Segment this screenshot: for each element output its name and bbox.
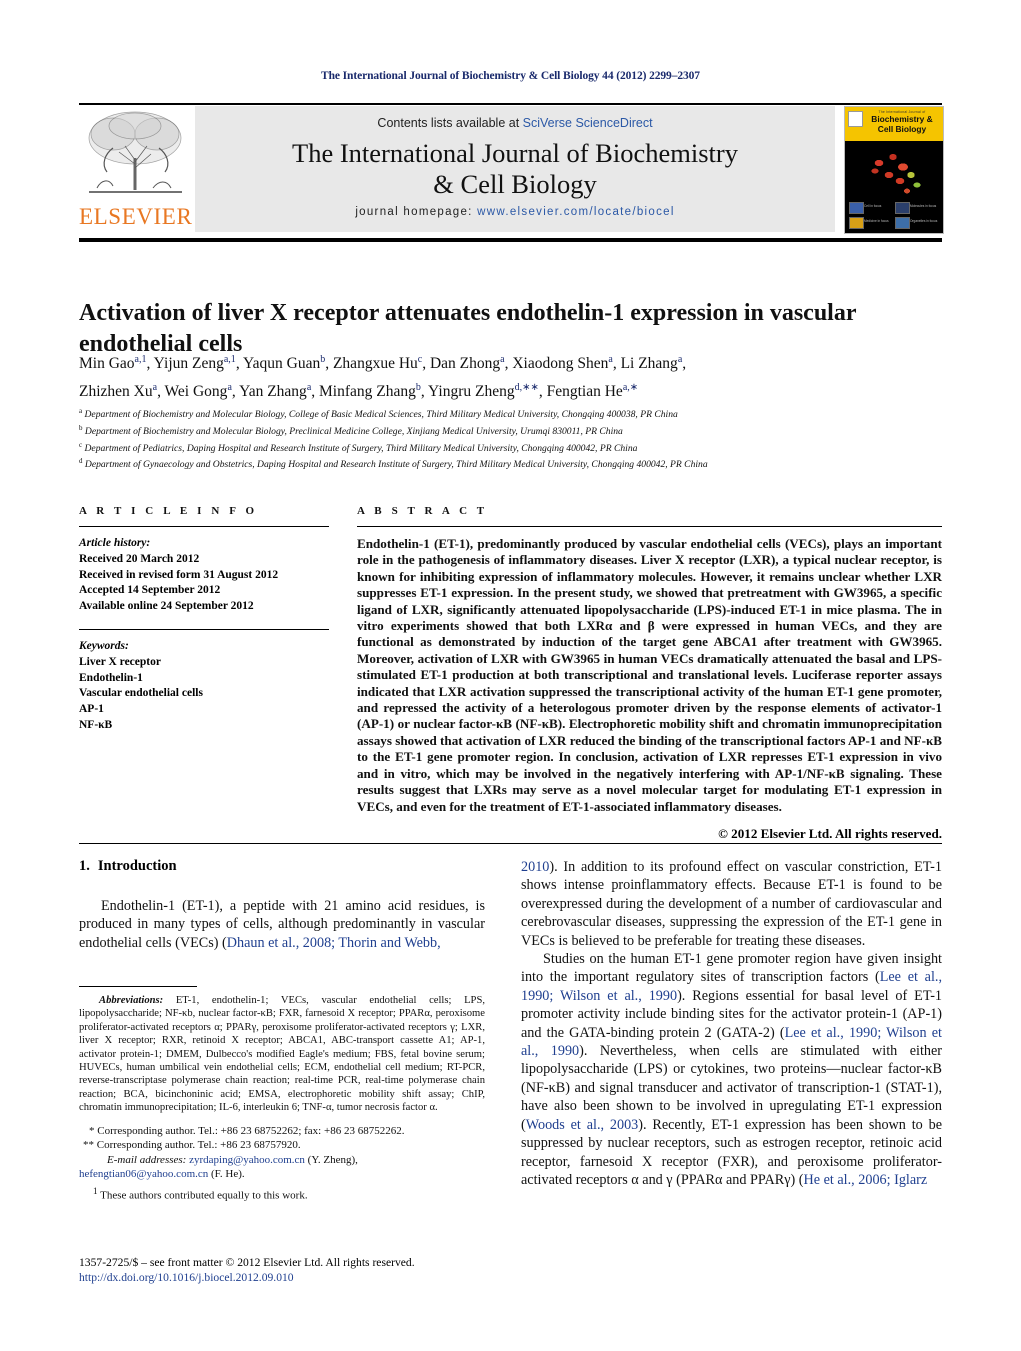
abstract-heading: A B S T R A C T [357, 505, 488, 517]
cover-thumb-3-label: Medicine in focus [864, 219, 889, 223]
equal-contribution-marker: 1 [93, 1186, 98, 1197]
journal-title: The International Journal of Biochemistr… [195, 138, 835, 200]
abbreviations-text: ET-1, endothelin-1; VECs, vascular endot… [79, 995, 485, 1114]
affiliation-item: b Department of Biochemistry and Molecul… [79, 423, 623, 437]
issn-front-matter: 1357-2725/$ – see front matter © 2012 El… [79, 1256, 415, 1269]
abstract-text: Endothelin-1 (ET-1), predominantly produ… [357, 536, 942, 814]
journal-article-page: The International Journal of Biochemistr… [0, 0, 1021, 1351]
doi-link[interactable]: http://dx.doi.org/10.1016/j.biocel.2012.… [79, 1270, 509, 1285]
email-addresses-label: E-mail addresses: [107, 1153, 187, 1166]
article-history-item: Accepted 14 September 2012 [79, 584, 221, 597]
article-info-panel: A R T I C L E I N F O Article history: R… [79, 505, 329, 734]
intro-paragraph-left: Endothelin-1 (ET-1), a peptide with 21 a… [79, 898, 485, 951]
section-number: 1. [79, 858, 90, 874]
keyword-item: AP-1 [79, 703, 104, 716]
contents-prefix: Contents lists available at [377, 116, 523, 130]
keyword-item: NF-κB [79, 718, 113, 731]
homepage-prefix: journal homepage: [355, 206, 478, 218]
running-head: The International Journal of Biochemistr… [321, 70, 700, 82]
top-rule [79, 103, 942, 105]
cover-thumb-3-icon [849, 217, 864, 229]
keyword-item: Liver X receptor [79, 655, 161, 668]
footnote-block: Abbreviations: ET-1, endothelin-1; VECs,… [79, 994, 485, 1203]
elsevier-logo: ELSEVIER [79, 106, 192, 232]
journal-title-line2: & Cell Biology [433, 169, 597, 199]
section-title: Introduction [97, 858, 177, 874]
article-info-heading: A R T I C L E I N F O [79, 505, 258, 517]
email-link-2[interactable]: hefengtian06@yahoo.com.cn [79, 1168, 208, 1180]
email-link-1[interactable]: zyrdaping@yahoo.com.cn [189, 1154, 305, 1166]
keywords-label: Keywords: [79, 639, 129, 652]
abstract-panel: A B S T R A C T Endothelin-1 (ET-1), pre… [357, 505, 942, 842]
abbreviations-label: Abbreviations: [99, 995, 164, 1006]
homepage-url-link[interactable]: www.elsevier.com/locate/biocel [477, 206, 675, 218]
elsevier-tree-icon [88, 111, 182, 193]
affiliation-item: d Department of Gynaecology and Obstetri… [79, 457, 708, 471]
section-heading-introduction: 1. Introduction [79, 858, 485, 875]
contents-available-line: Contents lists available at SciVerse Sci… [195, 116, 835, 130]
keywords-rule [79, 628, 329, 630]
cover-title: Biochemistry & Cell Biology [864, 114, 940, 134]
article-info-rule [79, 526, 329, 527]
cover-title-line2: Cell Biology [877, 123, 927, 134]
keyword-item: Vascular endothelial cells [79, 687, 203, 700]
cover-thumbnail-strip: Cell in focus Molecules in focus Medicin… [845, 199, 943, 233]
corresponding-author-notes: * Corresponding author. Tel.: +86 23 687… [79, 1124, 485, 1204]
email-addresses-line: E-mail addresses: zyrdaping@yahoo.com.cn… [79, 1153, 485, 1168]
body-column-left: 1. Introduction Endothelin-1 (ET-1), a pe… [79, 858, 485, 952]
cover-thumb-2-icon [895, 202, 910, 214]
email-owner-1: (Y. Zheng), [307, 1153, 358, 1166]
equal-contribution-note: 1 These authors contributed equally to t… [79, 1184, 485, 1203]
masthead-bottom-rule [79, 238, 942, 242]
affiliation-list: a Department of Biochemistry and Molecul… [79, 405, 939, 472]
journal-masthead: ELSEVIER Contents lists available at Sci… [79, 106, 944, 234]
article-history-item: Available online 24 September 2012 [79, 600, 254, 613]
masthead-band: Contents lists available at SciVerse Sci… [195, 106, 835, 232]
cover-thumb-4-icon [895, 217, 910, 229]
journal-title-line1: The International Journal of Biochemistr… [292, 138, 738, 168]
article-history-label: Article history: [79, 537, 151, 549]
corresponding-author-1: * Corresponding author. Tel.: +86 23 687… [89, 1124, 405, 1137]
abstract-copyright: © 2012 Elsevier Ltd. All rights reserved… [718, 825, 942, 841]
cover-thumb-2-label: Molecules in focus [910, 204, 937, 208]
body-column-right: 2010). In addition to its profound effec… [521, 858, 942, 1189]
cover-thumb-1-label: Cell in focus [864, 204, 882, 208]
corresponding-author-2: ** Corresponding author. Tel.: +86 23 68… [83, 1139, 301, 1152]
abbreviations-note: Abbreviations: ET-1, endothelin-1; VECs,… [79, 994, 485, 1115]
intro-paragraph-right-2: Studies on the human ET-1 gene promoter … [521, 951, 943, 1188]
cover-header: The International Journal of Biochemistr… [845, 107, 943, 141]
abstract-rule [357, 526, 942, 527]
email-owner-2: (F. He). [211, 1168, 245, 1181]
author-line-1: Min Gaoa,1, Yijun Zenga,1, Yaqun Guanb, … [79, 354, 687, 373]
intro-paragraph-right-1: 2010). In addition to its profound effec… [521, 859, 942, 949]
article-history-item: Received 20 March 2012 [79, 552, 200, 565]
journal-homepage-line: journal homepage: www.elsevier.com/locat… [195, 206, 835, 218]
colophon: 1357-2725/$ – see front matter © 2012 El… [79, 1255, 509, 1286]
cover-thumb-4-label: Organelles in focus [910, 219, 938, 223]
abstract-bottom-rule [79, 843, 942, 844]
affiliation-item: a Department of Biochemistry and Molecul… [79, 407, 678, 421]
author-list: Min Gaoa,1, Yijun Zenga,1, Yaqun Guanb, … [79, 348, 909, 404]
cover-thumb-1-icon [849, 202, 864, 214]
cover-elsevier-mark-icon [848, 111, 863, 127]
article-history-item: Received in revised form 31 August 2012 [79, 568, 279, 581]
email-addresses-line-2: hefengtian06@yahoo.com.cn (F. He). [79, 1167, 485, 1182]
keyword-item: Endothelin-1 [79, 671, 143, 684]
equal-contribution-text: These authors contributed equally to thi… [100, 1189, 308, 1202]
journal-cover-thumbnail: The International Journal of Biochemistr… [844, 106, 944, 234]
footnote-rule [79, 986, 197, 987]
elsevier-wordmark: ELSEVIER [79, 204, 193, 229]
author-line-2: Zhizhen Xua, Wei Gonga, Yan Zhanga, Minf… [79, 382, 639, 401]
affiliation-item: c Department of Pediatrics, Daping Hospi… [79, 440, 638, 454]
sciencedirect-link[interactable]: SciVerse ScienceDirect [523, 116, 653, 130]
